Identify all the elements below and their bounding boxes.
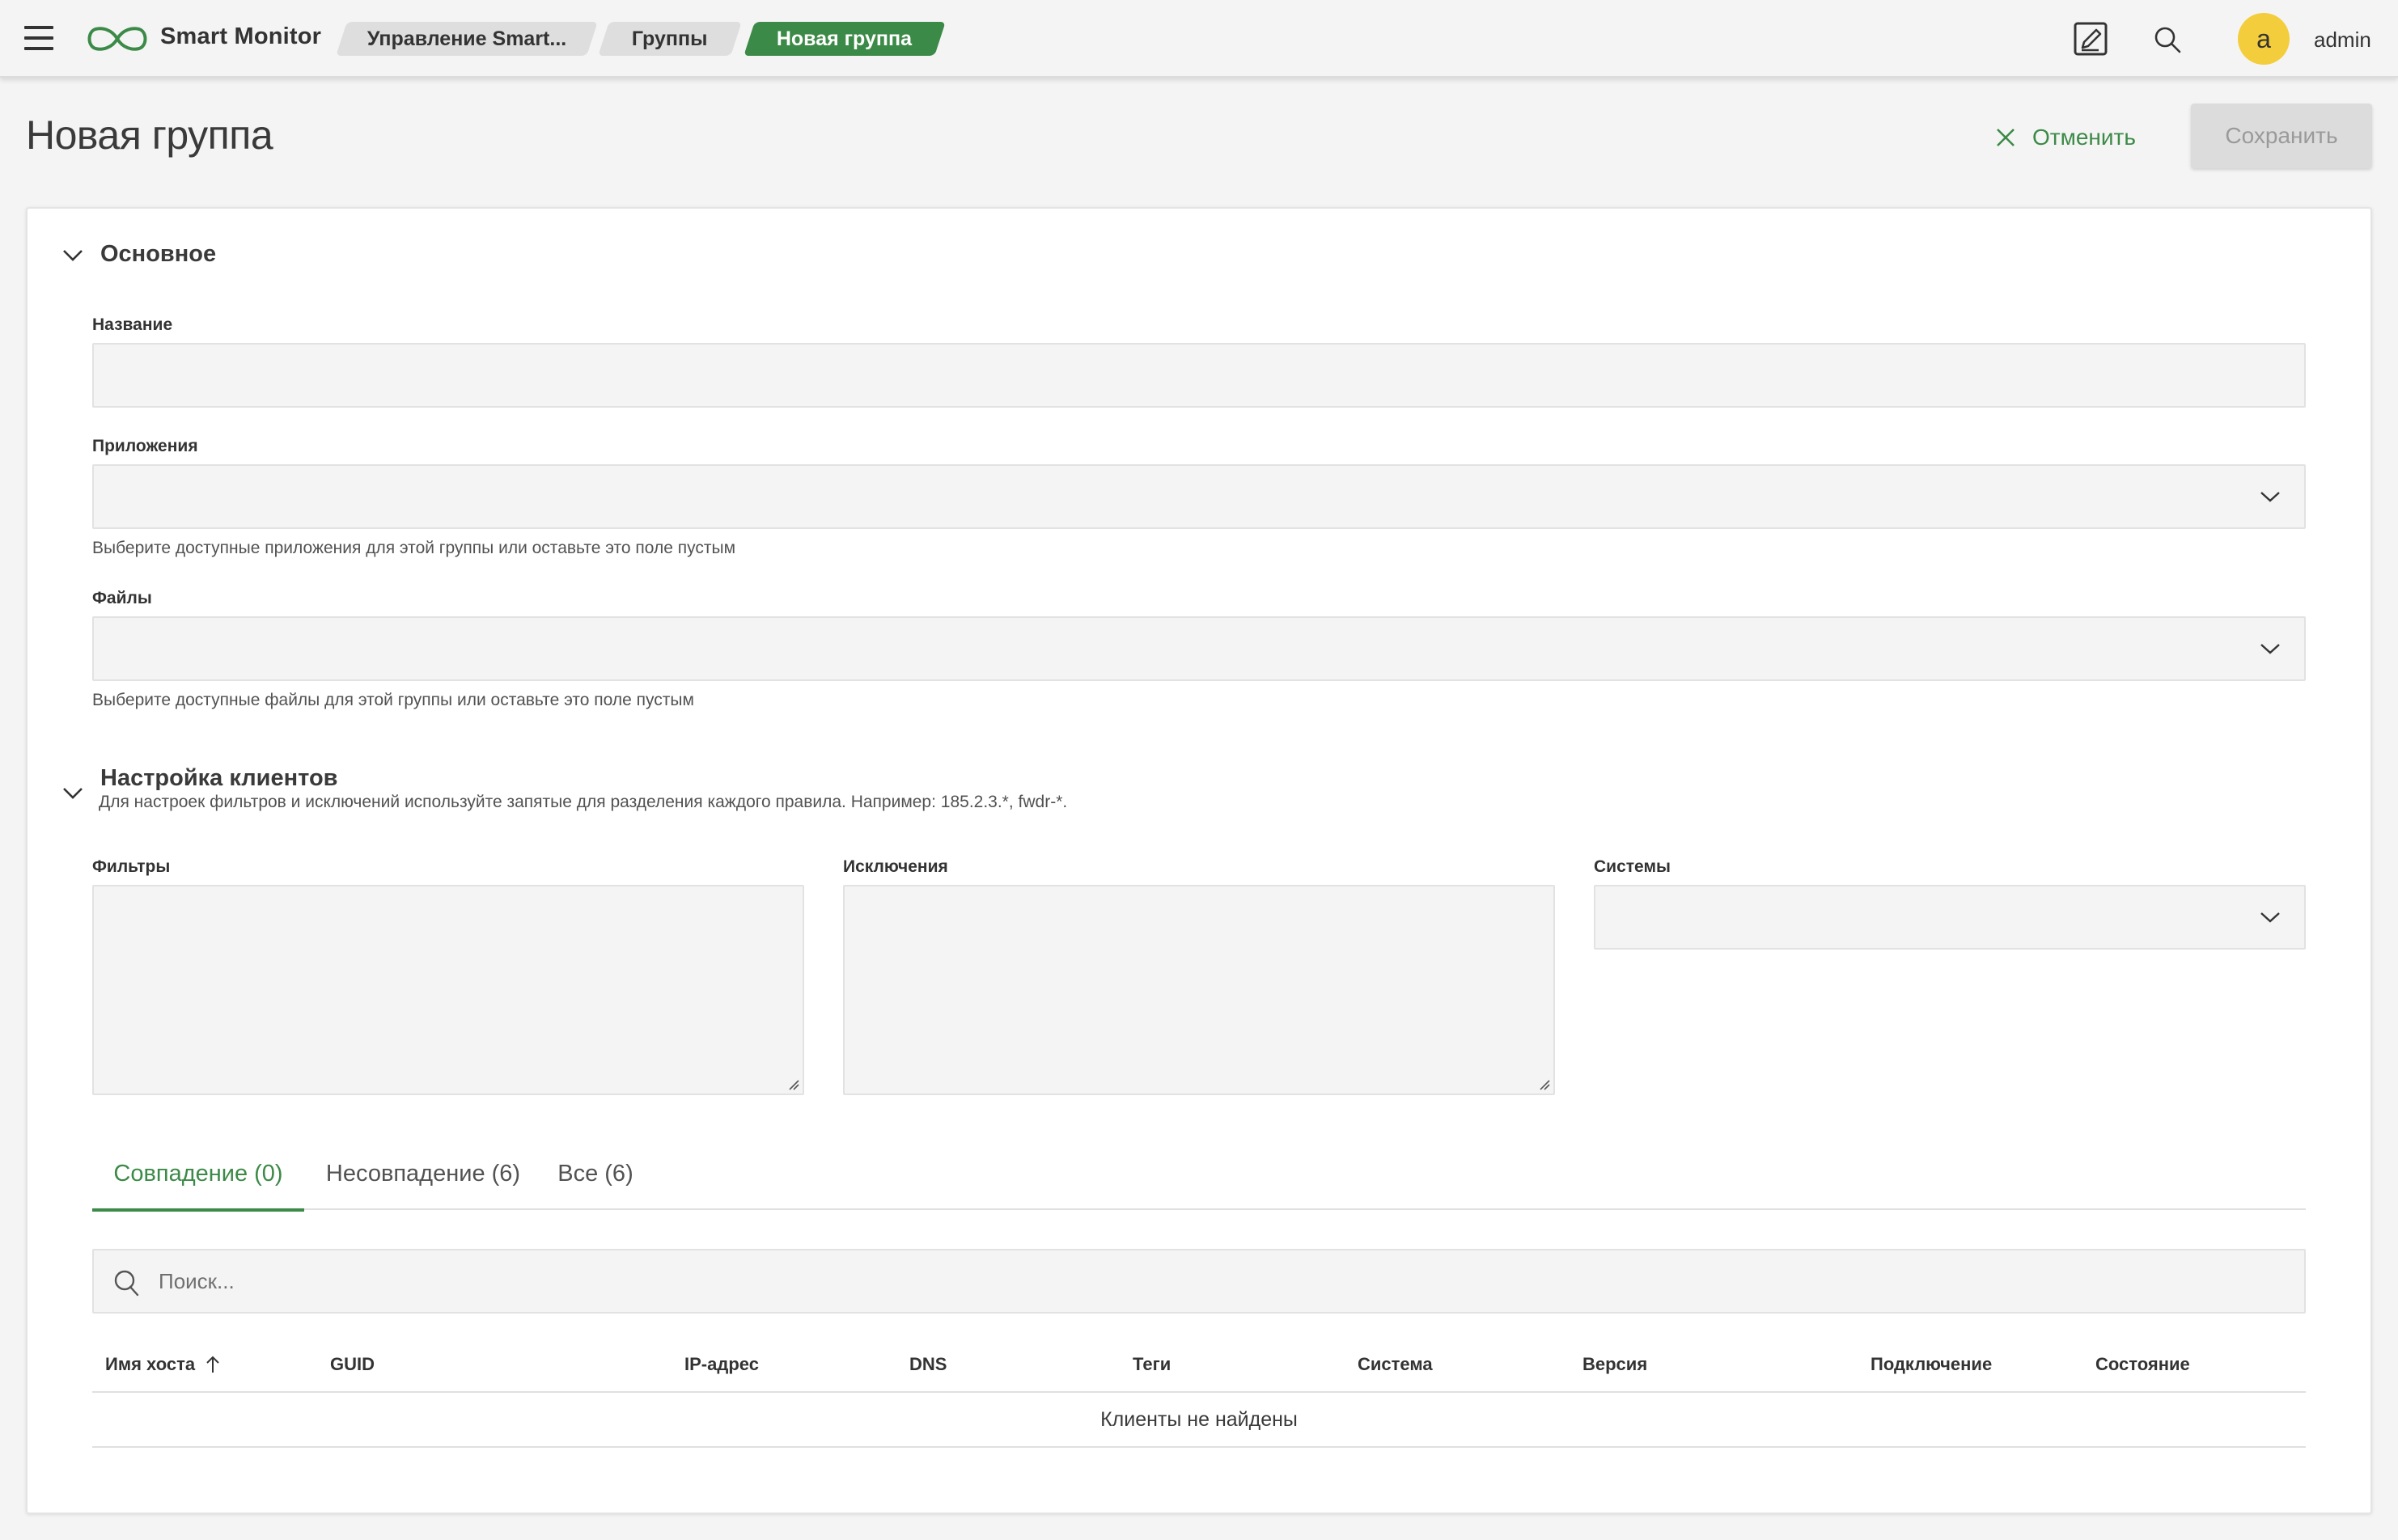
chevron-down-icon xyxy=(2260,492,2280,502)
arrow-up-icon xyxy=(206,1356,219,1373)
resize-handle-icon[interactable] xyxy=(788,1079,799,1090)
breadcrumb-groups[interactable]: Группы xyxy=(598,22,742,56)
filters-textarea[interactable] xyxy=(92,885,804,1095)
hamburger-icon[interactable] xyxy=(24,26,53,50)
filters-label: Фильтры xyxy=(92,857,171,876)
name-input[interactable] xyxy=(92,343,2306,408)
column-header-system[interactable]: Система xyxy=(1358,1354,1433,1375)
systems-label: Системы xyxy=(1594,857,1671,876)
column-header-state[interactable]: Состояние xyxy=(2095,1354,2190,1375)
page-title: Новая группа xyxy=(26,112,273,158)
cancel-button[interactable]: Отменить xyxy=(1995,120,2136,155)
section-clients-title: Настройка клиентов xyxy=(100,764,338,791)
cancel-label: Отменить xyxy=(2032,125,2136,150)
files-select[interactable] xyxy=(92,616,2306,681)
apps-hint: Выберите доступные приложения для этой г… xyxy=(92,539,736,557)
clients-hint: Для настроек фильтров и исключений испол… xyxy=(99,793,1068,811)
edit-note-icon[interactable] xyxy=(2073,21,2108,57)
tab-match[interactable]: Совпадение (0) xyxy=(92,1137,304,1212)
column-label: Имя хоста xyxy=(105,1354,196,1374)
chevron-down-icon xyxy=(2260,912,2280,923)
avatar[interactable]: a xyxy=(2238,13,2290,65)
files-label: Файлы xyxy=(92,589,152,607)
search-field[interactable]: Поиск... xyxy=(92,1249,2306,1314)
breadcrumb-label: Группы xyxy=(632,27,708,50)
top-bar: Smart Monitor Управление Smart... Группы… xyxy=(0,0,2398,78)
tab-all[interactable]: Все (6) xyxy=(542,1137,649,1210)
breadcrumb-new-group[interactable]: Новая группа xyxy=(744,22,946,56)
apps-label: Приложения xyxy=(92,437,198,455)
apps-select[interactable] xyxy=(92,464,2306,529)
save-button[interactable]: Сохранить xyxy=(2191,104,2372,168)
chevron-down-icon xyxy=(63,249,83,261)
files-hint: Выберите доступные файлы для этой группы… xyxy=(92,691,694,709)
breadcrumb-label: Управление Smart... xyxy=(366,27,567,50)
exclusions-label: Исключения xyxy=(843,857,948,876)
section-main-toggle[interactable]: Основное xyxy=(61,241,216,268)
search-icon[interactable] xyxy=(2152,24,2183,55)
column-header-version[interactable]: Версия xyxy=(1582,1354,1647,1375)
search-input[interactable]: Поиск... xyxy=(159,1269,235,1294)
breadcrumb-smart-management[interactable]: Управление Smart... xyxy=(336,22,598,56)
infinity-logo-icon[interactable] xyxy=(84,24,150,53)
brand-name: Smart Monitor xyxy=(160,23,322,49)
username[interactable]: admin xyxy=(2314,28,2371,53)
resize-handle-icon[interactable] xyxy=(1539,1079,1550,1090)
section-main-title: Основное xyxy=(100,241,217,267)
close-icon xyxy=(1997,129,2015,146)
match-tabs: Совпадение (0) Несовпадение (6) Все (6) xyxy=(92,1137,2306,1212)
column-header-dns[interactable]: DNS xyxy=(909,1354,947,1375)
column-header-guid[interactable]: GUID xyxy=(330,1354,375,1375)
breadcrumb-label: Новая группа xyxy=(777,27,913,50)
exclusions-textarea[interactable] xyxy=(843,885,1555,1095)
column-header-tags[interactable]: Теги xyxy=(1133,1354,1171,1375)
form-card: Основное Название Приложения Выберите до… xyxy=(26,207,2372,1514)
table-empty-message: Клиенты не найдены xyxy=(92,1393,2306,1448)
column-header-ip[interactable]: IP-адрес xyxy=(684,1354,759,1375)
chevron-down-icon xyxy=(2260,644,2280,654)
search-icon xyxy=(114,1270,139,1297)
column-header-hostname[interactable]: Имя хоста xyxy=(105,1354,221,1375)
tab-mismatch[interactable]: Несовпадение (6) xyxy=(304,1137,542,1210)
column-header-connection[interactable]: Подключение xyxy=(1871,1354,1992,1375)
name-label: Название xyxy=(92,315,173,334)
chevron-down-icon xyxy=(63,788,83,799)
systems-select[interactable] xyxy=(1594,885,2306,950)
